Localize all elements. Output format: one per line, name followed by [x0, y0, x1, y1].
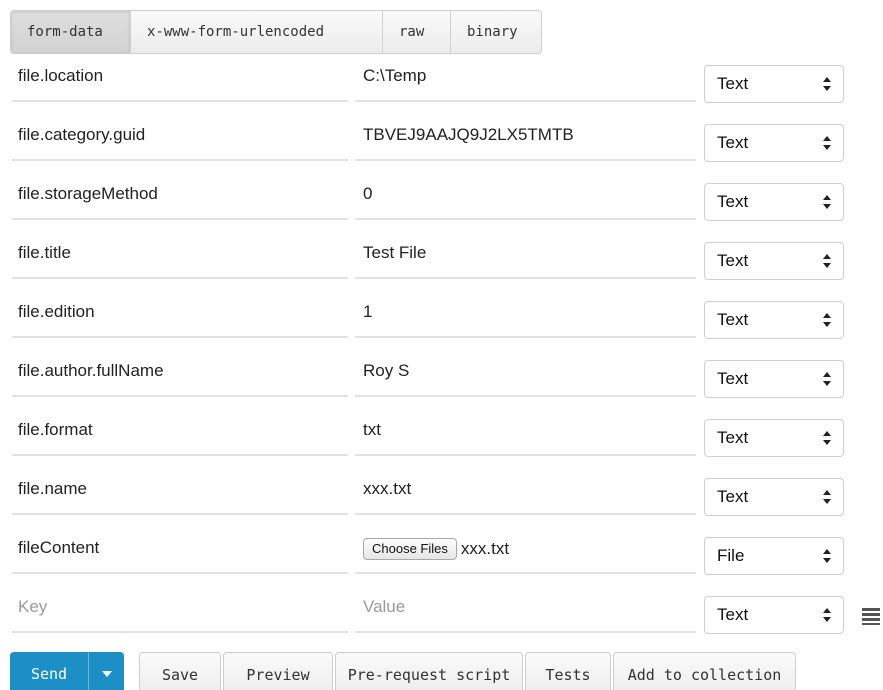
add-to-collection-button[interactable]: Add to collection	[613, 652, 796, 690]
type-select[interactable]: Text	[704, 124, 844, 162]
send-button-group: Send	[10, 652, 124, 690]
form-row: file.author.fullName Roy S Text	[0, 347, 883, 406]
tests-button[interactable]: Tests	[525, 652, 611, 690]
value-input[interactable]: TBVEJ9AAJQ9J2LX5TMTB	[355, 111, 696, 161]
send-button[interactable]: Send	[10, 652, 88, 690]
key-input[interactable]: file.storageMethod	[12, 170, 348, 220]
value-input[interactable]: Roy S	[355, 347, 696, 397]
preview-button[interactable]: Preview	[223, 652, 333, 690]
value-input[interactable]: 1	[355, 288, 696, 338]
save-button[interactable]: Save	[139, 652, 221, 690]
form-row: file.location C:\Temp Text	[0, 52, 883, 111]
select-arrows-icon	[823, 243, 831, 279]
type-select[interactable]: Text	[704, 596, 844, 634]
select-arrows-icon	[823, 184, 831, 220]
new-value-input[interactable]: Value	[355, 583, 696, 633]
form-row: file.storageMethod 0 Text	[0, 170, 883, 229]
type-select[interactable]: Text	[704, 301, 844, 339]
type-select[interactable]: Text	[704, 183, 844, 221]
type-select[interactable]: Text	[704, 360, 844, 398]
type-select-value: File	[717, 546, 745, 565]
form-data-rows: file.location C:\Temp Text file.category…	[0, 52, 883, 642]
form-row: file.format txt Text	[0, 406, 883, 465]
key-input[interactable]: file.name	[12, 465, 348, 515]
value-input[interactable]: 0	[355, 170, 696, 220]
form-row: file.title Test File Text	[0, 229, 883, 288]
type-select-value: Text	[717, 251, 749, 270]
key-input[interactable]: file.format	[12, 406, 348, 456]
type-select-value: Text	[717, 369, 749, 388]
caret-down-icon	[102, 671, 112, 677]
select-arrows-icon	[823, 66, 831, 102]
choose-files-button[interactable]: Choose Files	[363, 537, 457, 560]
form-row: file.category.guid TBVEJ9AAJQ9J2LX5TMTB …	[0, 111, 883, 170]
select-arrows-icon	[823, 420, 831, 456]
type-select[interactable]: Text	[704, 419, 844, 457]
request-body-editor: form-data x-www-form-urlencoded raw bina…	[0, 0, 883, 690]
key-input[interactable]: file.title	[12, 229, 348, 279]
key-input[interactable]: file.location	[12, 52, 348, 102]
type-select[interactable]: File	[704, 537, 844, 575]
tab-form-data[interactable]: form-data	[11, 11, 131, 53]
type-select[interactable]: Text	[704, 478, 844, 516]
tab-x-www-form-urlencoded[interactable]: x-www-form-urlencoded	[131, 11, 383, 53]
type-select-value: Text	[717, 428, 749, 447]
key-input[interactable]: file.author.fullName	[12, 347, 348, 397]
form-row-new: Key Value Text	[0, 583, 883, 642]
type-select-value: Text	[717, 192, 749, 211]
select-arrows-icon	[823, 479, 831, 515]
bulk-edit-icon[interactable]	[862, 607, 880, 625]
key-input[interactable]: fileContent	[12, 524, 348, 574]
select-arrows-icon	[823, 597, 831, 633]
body-mode-tabs: form-data x-www-form-urlencoded raw bina…	[10, 10, 542, 54]
type-select-value: Text	[717, 74, 749, 93]
new-key-input[interactable]: Key	[12, 583, 348, 633]
type-select[interactable]: Text	[704, 65, 844, 103]
form-row: file.name xxx.txt Text	[0, 465, 883, 524]
select-arrows-icon	[823, 538, 831, 574]
type-select-value: Text	[717, 310, 749, 329]
pre-request-script-button[interactable]: Pre-request script	[335, 652, 523, 690]
value-input[interactable]: xxx.txt	[355, 465, 696, 515]
select-arrows-icon	[823, 302, 831, 338]
send-options-button[interactable]	[88, 652, 124, 690]
type-select-value: Text	[717, 133, 749, 152]
value-input[interactable]: C:\Temp	[355, 52, 696, 102]
value-input[interactable]: txt	[355, 406, 696, 456]
selected-file-name: xxx.txt	[460, 538, 510, 558]
select-arrows-icon	[823, 125, 831, 161]
form-row: file.edition 1 Text	[0, 288, 883, 347]
tab-raw[interactable]: raw	[383, 11, 451, 53]
type-select-value: Text	[717, 605, 749, 624]
form-row-file: fileContent Choose Files xxx.txt File	[0, 524, 883, 583]
select-arrows-icon	[823, 361, 831, 397]
type-select[interactable]: Text	[704, 242, 844, 280]
value-input[interactable]: Test File	[355, 229, 696, 279]
file-value-cell: Choose Files xxx.txt	[355, 524, 696, 574]
key-input[interactable]: file.category.guid	[12, 111, 348, 161]
key-input[interactable]: file.edition	[12, 288, 348, 338]
tab-binary[interactable]: binary	[451, 11, 541, 53]
type-select-value: Text	[717, 487, 749, 506]
